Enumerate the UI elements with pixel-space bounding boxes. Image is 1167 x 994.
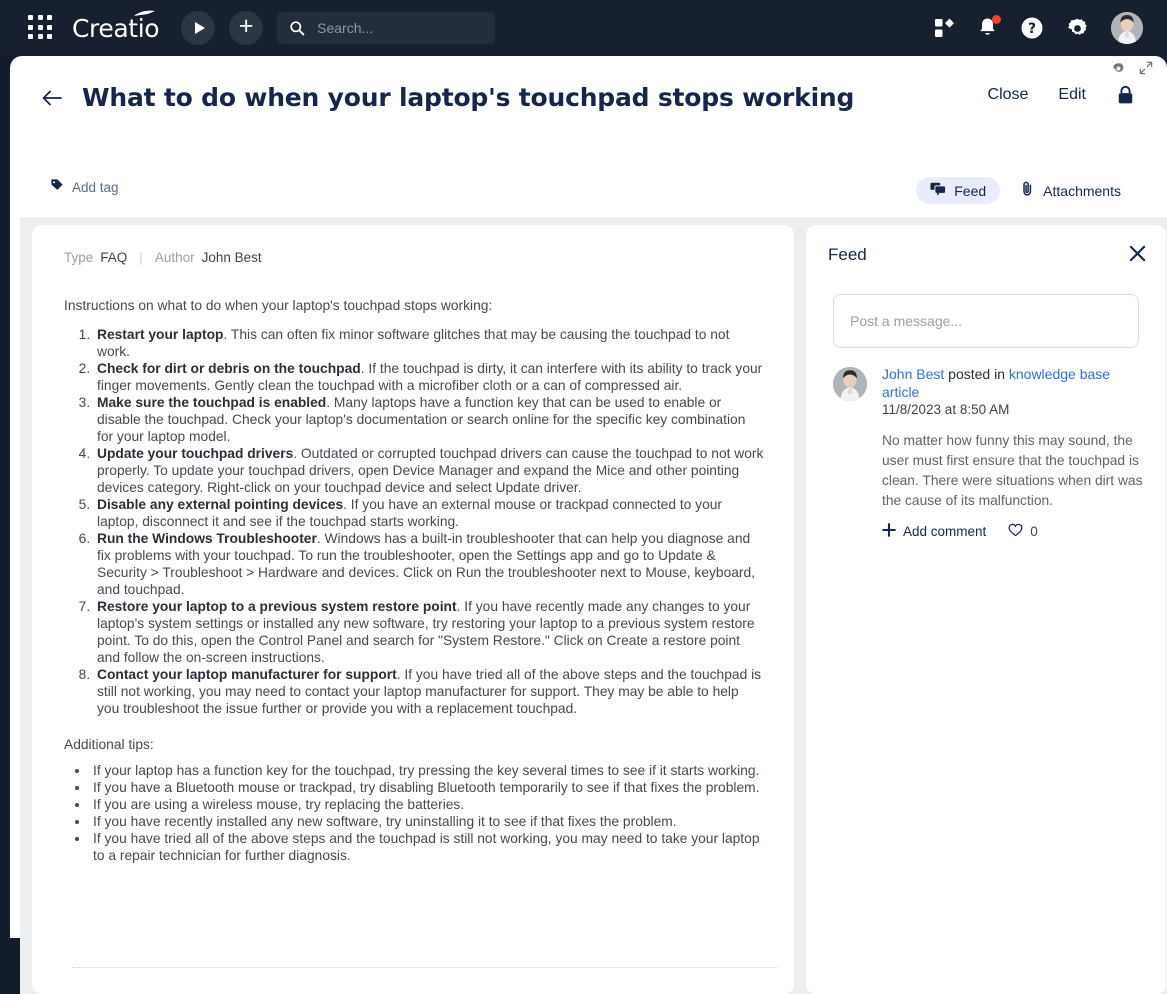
post-timestamp: 11/8/2023 at 8:50 AM [882,402,1010,417]
article-panel: Type FAQ | Author John Best Instructions… [32,225,794,994]
post-text: No matter how funny this may sound, the … [882,433,1143,508]
article-tip-item: If your laptop has a function key for th… [90,762,764,779]
tab-attachments[interactable]: Attachments [1006,176,1135,205]
article-step-lead: Restart your laptop [97,327,224,342]
article-step-lead: Contact your laptop manufacturer for sup… [97,667,397,682]
article-step-item: Contact your laptop manufacturer for sup… [94,666,764,717]
top-navigation-bar: Creatio + Search... ? [0,0,1167,56]
notification-badge [992,15,1001,24]
article-step-lead: Run the Windows Troubleshooter [97,531,317,546]
article-intro: Instructions on what to do when your lap… [64,298,493,313]
article-tip-item: If you have tried all of the above steps… [90,830,764,864]
article-tips-list: If your laptop has a function key for th… [64,762,764,864]
post-author-avatar [833,367,867,401]
paperclip-icon [1020,181,1035,200]
run-process-icon [194,22,205,34]
article-step-lead: Disable any external pointing devices [97,497,344,512]
notifications-bell-icon[interactable] [977,15,1001,39]
logo-swoosh-icon [134,10,156,16]
feed-chat-icon [930,182,947,199]
post-posted-in-text: posted in [944,366,1005,382]
tab-feed[interactable]: Feed [916,177,1001,204]
edit-button[interactable]: Edit [1058,86,1086,104]
user-avatar[interactable] [1111,12,1143,44]
global-search[interactable] [277,12,496,44]
run-process-button[interactable] [181,11,216,45]
article-step-item: Run the Windows Troubleshooter. Windows … [94,530,764,598]
apps-grid-icon[interactable] [28,15,54,41]
article-step-item: Disable any external pointing devices. I… [94,496,764,530]
article-meta: Type FAQ | Author John Best [64,250,262,265]
article-divider [72,967,778,968]
panels-container: Type FAQ | Author John Best Instructions… [20,217,1167,994]
post-header: John Best posted in knowledge base artic… [882,365,1144,401]
add-comment-label: Add comment [903,524,987,539]
creatio-logo-text: Creatio [72,13,160,43]
tab-attachments-label: Attachments [1043,182,1121,199]
article-step-item: Restore your laptop to a previous system… [94,598,764,666]
close-button[interactable]: Close [988,86,1029,104]
add-icon: + [238,12,254,40]
plus-icon [882,523,896,540]
article-tip-item: If you have recently installed any new s… [90,813,764,830]
meta-type-label: Type [64,250,94,265]
meta-author-label: Author [154,250,195,265]
feed-title: Feed [828,245,867,264]
page-title: What to do when your laptop's touchpad s… [82,83,855,112]
add-button[interactable]: + [229,11,264,45]
meta-type-value: FAQ [100,250,128,265]
post-actions: Add comment 0 [882,523,1144,540]
article-body: Instructions on what to do when your lap… [64,287,764,864]
card-tools [1112,61,1153,75]
add-tag-button[interactable]: Add tag [50,178,119,197]
svg-text:?: ? [1028,21,1036,37]
close-icon[interactable] [1129,245,1146,262]
post-message-placeholder: Post a message... [850,313,963,329]
topbar-actions: ? [933,12,1153,44]
article-step-item: Make sure the touchpad is enabled. Many … [94,394,764,445]
card-settings-gear-icon[interactable] [1112,62,1125,75]
article-step-lead: Update your touchpad drivers [97,446,294,461]
heart-icon [1008,523,1023,540]
search-icon [289,20,305,36]
marketplace-icon[interactable] [933,17,955,39]
article-steps-list: Restart your laptop. This can often fix … [64,326,764,717]
meta-author-value: John Best [201,250,262,265]
article-step-item: Check for dirt or debris on the touchpad… [94,360,764,394]
article-tip-item: If you are using a wireless mouse, try r… [90,796,764,813]
article-tips-heading: Additional tips: [64,737,154,752]
feed-panel: Feed Post a message... John Best posted … [806,225,1166,994]
post-message-input[interactable]: Post a message... [833,294,1139,348]
feed-post: John Best posted in knowledge base artic… [833,365,1145,540]
card-actions: Close Edit [988,85,1135,105]
lock-icon[interactable] [1116,85,1135,105]
back-arrow-icon[interactable] [42,89,62,107]
article-step-item: Update your touchpad drivers. Outdated o… [94,445,764,496]
settings-gear-icon[interactable] [1066,17,1089,40]
add-comment-button[interactable]: Add comment [882,523,986,540]
help-question-icon[interactable]: ? [1020,16,1044,40]
like-button[interactable]: 0 [1008,523,1038,540]
meta-separator: | [139,250,143,265]
card-header: What to do when your laptop's touchpad s… [10,79,1167,131]
like-count: 0 [1030,524,1038,539]
tag-icon [50,178,64,197]
article-step-lead: Make sure the touchpad is enabled [97,395,327,410]
article-step-item: Restart your laptop. This can often fix … [94,326,764,360]
article-step-lead: Check for dirt or debris on the touchpad [97,361,361,376]
article-tip-item: If you have a Bluetooth mouse or trackpa… [90,779,764,796]
creatio-logo[interactable]: Creatio [72,10,160,43]
add-tag-label: Add tag [72,180,119,195]
article-step-lead: Restore your laptop to a previous system… [97,599,457,614]
card-tabs: Feed Attachments [916,176,1135,205]
expand-fullscreen-icon[interactable] [1139,61,1153,75]
search-input[interactable] [315,19,484,37]
post-author-link[interactable]: John Best [882,366,944,382]
post-body: John Best posted in knowledge base artic… [882,365,1144,540]
tab-feed-label: Feed [954,182,987,199]
article-card: What to do when your laptop's touchpad s… [10,56,1167,994]
